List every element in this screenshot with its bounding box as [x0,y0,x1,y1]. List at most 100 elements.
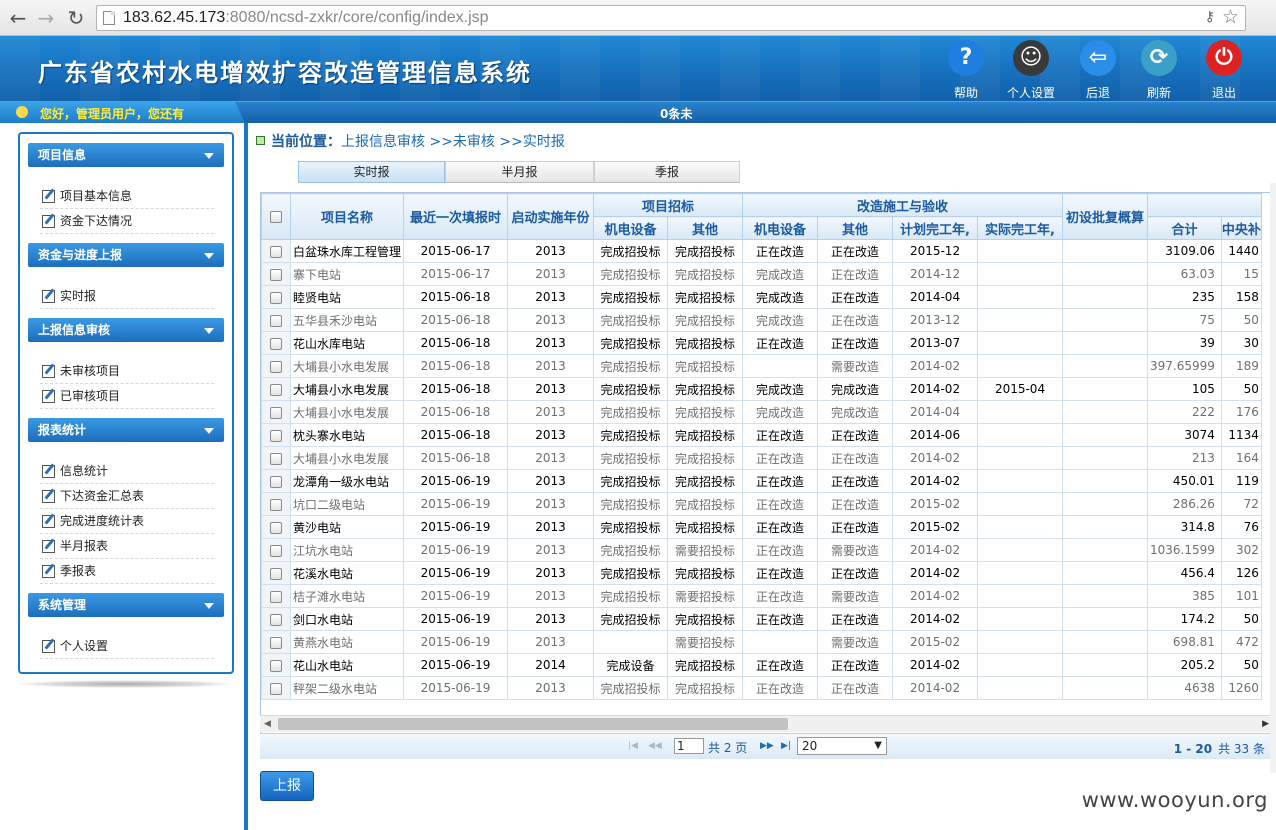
sidebar-item[interactable]: 完成进度统计表 [40,509,214,534]
row-select-cell[interactable] [261,308,291,332]
sidebar-section-0[interactable]: 项目信息 [28,143,224,167]
sidebar-item[interactable]: 半月报表 [40,534,214,559]
sidebar-item[interactable]: 已审核项目 [40,384,214,409]
sidebar-section-4[interactable]: 系统管理 [28,593,224,617]
col-planned[interactable]: 计划完工年, [892,216,979,240]
row-checkbox[interactable] [270,406,282,419]
prev-page-icon[interactable]: ◀◀ [648,741,662,751]
row-checkbox[interactable] [270,291,282,304]
table-row[interactable]: 大埔县小水电发展 2015-06-18 2013 完成招投标 完成招投标 完成改造 完成改造… [261,400,1262,424]
row-select-cell[interactable] [261,400,291,424]
row-checkbox[interactable] [270,521,282,534]
submit-report-button[interactable]: 上报 [260,771,314,801]
table-row[interactable]: 睦贤电站 2015-06-18 2013 完成招投标 完成招投标 完成改造 正在改造 2014… [261,285,1262,309]
row-select-cell[interactable] [261,469,291,493]
header-button-4[interactable]: ⏻ 退出 [1196,40,1252,100]
row-select-cell[interactable] [261,262,291,286]
sidebar-item[interactable]: 信息统计 [40,459,214,484]
row-checkbox[interactable] [270,452,282,465]
sidebar-section-2[interactable]: 上报信息审核 [28,318,224,342]
bookmark-star-icon[interactable]: ☆ [1222,6,1239,28]
row-checkbox[interactable] [270,245,282,258]
col-con-other[interactable]: 其他 [817,216,894,240]
table-row[interactable]: 秤架二级水电站 2015-06-19 2013 完成招投标 完成招投标 正在改造 正在改造 2… [261,676,1262,700]
key-icon[interactable]: ⚷ [1205,9,1215,25]
select-all-checkbox[interactable] [270,210,282,223]
next-page-icon[interactable]: ▶▶ [760,741,774,751]
row-select-cell[interactable] [261,538,291,562]
row-select-cell[interactable] [261,423,291,447]
row-select-cell[interactable] [261,653,291,677]
page-number-input[interactable]: 1 [674,738,704,754]
col-name[interactable]: 项目名称 [289,193,405,240]
row-select-cell[interactable] [261,446,291,470]
table-row[interactable]: 花溪水电站 2015-06-19 2013 完成招投标 完成招投标 正在改造 正在改造 201… [261,561,1262,585]
table-row[interactable]: 枕头寨水电站 2015-06-18 2013 完成招投标 完成招投标 正在改造 正在改造 20… [261,423,1262,447]
table-row[interactable]: 白盆珠水库工程管理 2015-06-17 2013 完成招投标 完成招投标 正在改造 正在改… [261,239,1262,263]
col-bid-other[interactable]: 其他 [667,216,744,240]
col-central[interactable]: 中央补 [1220,216,1262,240]
row-select-cell[interactable] [261,492,291,516]
row-select-cell[interactable] [261,515,291,539]
table-row[interactable]: 大埔县小水电发展 2015-06-18 2013 完成招投标 完成招投标 需要改造 2014… [261,354,1262,378]
col-total[interactable]: 合计 [1147,216,1222,240]
sidebar-item[interactable]: 个人设置 [40,634,214,659]
row-checkbox[interactable] [270,659,282,672]
last-page-icon[interactable]: ▶| [781,741,791,751]
row-checkbox[interactable] [270,360,282,373]
sidebar-item[interactable]: 未审核项目 [40,359,214,384]
row-select-cell[interactable] [261,676,291,700]
col-con-mech[interactable]: 机电设备 [742,216,819,240]
vertical-scrollbar[interactable] [1270,183,1276,773]
row-select-cell[interactable] [261,607,291,631]
first-page-icon[interactable]: |◀ [628,741,638,751]
sidebar-item[interactable]: 项目基本信息 [40,184,214,209]
breadcrumb-path[interactable]: 上报信息审核 >>未审核 >>实时报 [341,134,565,150]
row-select-cell[interactable] [261,584,291,608]
row-checkbox[interactable] [270,567,282,580]
table-row[interactable]: 大埔县小水电发展 2015-06-18 2013 完成招投标 完成招投标 正在改造 正在改造… [261,446,1262,470]
header-button-1[interactable]: ☺ 个人设置 [1003,40,1059,100]
back-arrow-icon[interactable]: ← [6,6,30,30]
row-select-cell[interactable] [261,561,291,585]
header-button-0[interactable]: ? 帮助 [938,40,994,100]
row-checkbox[interactable] [270,337,282,350]
row-checkbox[interactable] [270,475,282,488]
row-select-cell[interactable] [261,285,291,309]
row-checkbox[interactable] [270,590,282,603]
scroll-left-icon[interactable]: ◀ [264,719,271,729]
table-row[interactable]: 龙潭角一级水电站 2015-06-19 2013 完成招投标 完成招投标 正在改造 正在改造… [261,469,1262,493]
col-last-report[interactable]: 最近一次填报时 [403,193,509,240]
header-button-3[interactable]: ⟳ 刷新 [1131,40,1187,100]
select-all-cell[interactable] [261,193,291,240]
scroll-right-icon[interactable]: ▶ [1262,719,1269,729]
row-checkbox[interactable] [270,636,282,649]
table-row[interactable]: 坑口二级电站 2015-06-19 2013 完成招投标 完成招投标 正在改造 正在改造 20… [261,492,1262,516]
row-select-cell[interactable] [261,239,291,263]
tab-quarterly[interactable]: 季报 [594,161,740,183]
row-checkbox[interactable] [270,544,282,557]
sidebar-section-1[interactable]: 资金与进度上报 [28,243,224,267]
table-row[interactable]: 五华县禾沙电站 2015-06-18 2013 完成招投标 完成招投标 完成改造 正在改造 2… [261,308,1262,332]
col-bid-mech[interactable]: 机电设备 [593,216,669,240]
row-checkbox[interactable] [270,268,282,281]
sidebar-item[interactable]: 实时报 [40,284,214,309]
table-row[interactable]: 寨下电站 2015-06-17 2013 完成招投标 完成招投标 完成改造 正在改造 2014… [261,262,1262,286]
sidebar-section-3[interactable]: 报表统计 [28,418,224,442]
row-checkbox[interactable] [270,383,282,396]
col-actual[interactable]: 实际完工年, [977,216,1064,240]
sidebar-item[interactable]: 资金下达情况 [40,209,214,234]
row-checkbox[interactable] [270,314,282,327]
row-select-cell[interactable] [261,331,291,355]
table-row[interactable]: 黄沙电站 2015-06-19 2013 完成招投标 完成招投标 正在改造 正在改造 2015… [261,515,1262,539]
row-select-cell[interactable] [261,377,291,401]
tab-realtime[interactable]: 实时报 [298,161,445,183]
horizontal-scrollbar[interactable]: ◀ ▶ [260,715,1273,732]
row-checkbox[interactable] [270,682,282,695]
table-row[interactable]: 剑口水电站 2015-06-19 2013 完成招投标 完成招投标 正在改造 正在改造 201… [261,607,1262,631]
row-select-cell[interactable] [261,630,291,654]
tab-halfmonth[interactable]: 半月报 [445,161,594,183]
row-checkbox[interactable] [270,429,282,442]
sidebar-item[interactable]: 下达资金汇总表 [40,484,214,509]
table-row[interactable]: 花山水库电站 2015-06-18 2013 完成招投标 完成招投标 正在改造 正在改造 20… [261,331,1262,355]
